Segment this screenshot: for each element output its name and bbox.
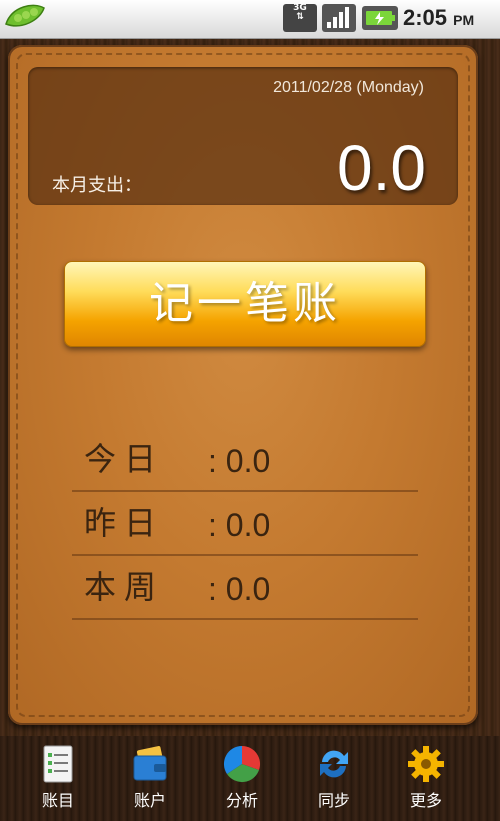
stat-label: 今日 <box>84 440 165 478</box>
tab-more[interactable]: 更多 <box>382 740 470 818</box>
sync-icon <box>320 750 348 778</box>
current-date: 2011/02/28 (Monday) <box>273 79 424 96</box>
record-expense-button[interactable]: 记一笔账 <box>64 261 426 347</box>
pea-app-icon <box>5 4 45 27</box>
battery-charging-icon <box>362 6 398 30</box>
stat-row-today: 今日 : 0.0 <box>72 428 418 492</box>
stat-value: : 0.0 <box>208 507 271 543</box>
leather-card: 2011/02/28 (Monday) 本月支出： 0.0 记一笔账 今日 : … <box>8 45 478 725</box>
tab-label: 账目 <box>41 791 74 810</box>
tab-accounts[interactable]: 账户 <box>106 740 194 818</box>
stat-label: 昨日 <box>84 504 165 542</box>
stat-value: : 0.0 <box>208 443 271 479</box>
tab-sync[interactable]: 同步 <box>290 740 378 818</box>
tab-label: 更多 <box>409 791 442 810</box>
tab-label: 同步 <box>317 791 350 810</box>
monthly-expense-label: 本月支出： <box>52 175 142 196</box>
tab-analysis[interactable]: 分析 <box>198 740 286 818</box>
network-3g-icon: 3G ⇅ <box>283 4 317 32</box>
stat-value: : 0.0 <box>208 571 271 607</box>
monthly-expense-value: 0.0 <box>337 132 426 204</box>
stat-label: 本周 <box>84 568 165 606</box>
status-clock: 2:05 PM <box>403 5 475 30</box>
tab-label: 分析 <box>225 791 258 810</box>
pie-chart-icon <box>223 746 261 783</box>
stat-row-week: 本周 : 0.0 <box>72 556 418 620</box>
tab-ledger[interactable]: 账目 <box>14 740 102 818</box>
stat-row-yesterday: 昨日 : 0.0 <box>72 492 418 556</box>
monthly-summary-panel: 2011/02/28 (Monday) 本月支出： 0.0 <box>28 67 458 205</box>
status-bar: 3G ⇅ 2:05 PM <box>0 0 500 39</box>
wallet-icon <box>133 746 167 781</box>
signal-strength-icon <box>322 4 356 32</box>
bottom-tab-bar: 账目 账户 分析 同步 更多 <box>0 736 500 821</box>
gear-icon <box>408 746 444 782</box>
tab-label: 账户 <box>133 791 166 810</box>
ledger-icon <box>43 745 73 783</box>
